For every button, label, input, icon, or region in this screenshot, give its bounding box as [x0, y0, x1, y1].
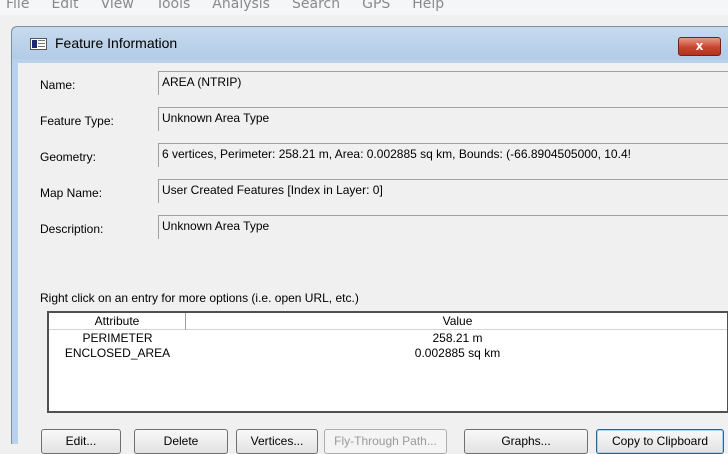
list-item[interactable]: ENCLOSED_AREA 0.002885 sq km	[49, 346, 727, 361]
description-label: Description:	[40, 222, 104, 236]
value-cell: 0.002885 sq km	[414, 346, 501, 360]
menu-tools[interactable]: Tools	[156, 0, 191, 12]
menu-help[interactable]: Help	[412, 0, 444, 12]
feature-type-field[interactable]: Unknown Area Type	[158, 107, 728, 131]
copy-to-clipboard-button[interactable]: Copy to Clipboard	[596, 429, 724, 454]
menu-search[interactable]: Search	[292, 0, 340, 12]
window-title: Feature Information	[55, 35, 178, 51]
menu-analysis[interactable]: Analysis	[212, 0, 270, 12]
app-menubar: File Edit View Tools Analysis Search GPS…	[0, 0, 728, 15]
menu-file[interactable]: File	[6, 0, 29, 12]
geometry-label: Geometry:	[40, 150, 97, 164]
feature-information-dialog: Feature Information x Name: AREA (NTRIP)…	[11, 26, 728, 454]
feature-type-label: Feature Type:	[40, 114, 114, 128]
titlebar[interactable]: Feature Information x	[12, 27, 728, 59]
close-button[interactable]: x	[678, 37, 721, 56]
delete-button[interactable]: Delete	[134, 429, 228, 454]
menu-edit[interactable]: Edit	[51, 0, 78, 12]
geometry-field[interactable]: 6 vertices, Perimeter: 258.21 m, Area: 0…	[158, 143, 728, 167]
window-icon	[30, 38, 47, 50]
dialog-body: Name: AREA (NTRIP) Feature Type: Unknown…	[18, 63, 728, 454]
list-item[interactable]: PERIMETER 258.21 m	[49, 331, 727, 346]
attribute-cell: PERIMETER	[82, 331, 153, 345]
value-cell: 258.21 m	[432, 331, 483, 345]
menu-gps[interactable]: GPS	[362, 0, 390, 12]
name-field[interactable]: AREA (NTRIP)	[158, 71, 728, 95]
edit-button[interactable]: Edit...	[41, 429, 121, 454]
attribute-cell: ENCLOSED_AREA	[64, 346, 171, 360]
graphs-button[interactable]: Graphs...	[464, 429, 588, 454]
column-attribute[interactable]: Attribute	[49, 313, 186, 330]
fly-through-path-button[interactable]: Fly-Through Path...	[324, 429, 447, 454]
map-name-label: Map Name:	[40, 186, 103, 200]
description-field[interactable]: Unknown Area Type	[158, 215, 728, 239]
name-label: Name:	[40, 78, 76, 92]
map-name-field[interactable]: User Created Features [Index in Layer: 0…	[158, 179, 728, 203]
column-value[interactable]: Value	[186, 313, 728, 330]
vertices-button[interactable]: Vertices...	[236, 429, 318, 454]
list-header: Attribute Value	[49, 313, 727, 330]
hint-text: Right click on an entry for more options…	[40, 291, 359, 305]
menu-view[interactable]: View	[101, 0, 134, 12]
attribute-list[interactable]: Attribute Value PERIMETER 258.21 m ENCLO…	[47, 311, 728, 413]
